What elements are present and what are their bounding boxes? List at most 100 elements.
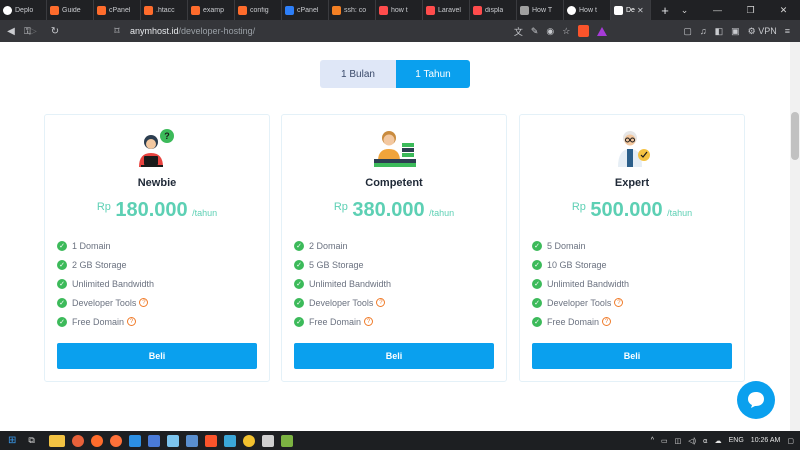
developer-at-desk-icon bbox=[374, 131, 416, 167]
firefox-icon[interactable] bbox=[109, 434, 122, 447]
cpanel-icon bbox=[97, 5, 106, 15]
system-tray: ^ ▭ ◫ ◁) ⍺ ☁ ENG 10:26 AM ▢ bbox=[651, 431, 794, 450]
tab-12[interactable]: How T bbox=[517, 0, 564, 20]
feature-item: ✓ Developer Tools? bbox=[57, 293, 154, 312]
check-icon: ✓ bbox=[57, 297, 67, 308]
star-icon[interactable]: ☆ bbox=[562, 26, 570, 37]
brave-browser-icon[interactable] bbox=[204, 434, 217, 447]
feature-label: 10 GB Storage bbox=[547, 259, 607, 270]
tab-7[interactable]: cPanel bbox=[282, 0, 329, 20]
chat-widget-button[interactable] bbox=[737, 381, 775, 419]
tab-2[interactable]: Guide bbox=[47, 0, 94, 20]
scrollbar-thumb[interactable] bbox=[791, 112, 799, 160]
app-icon[interactable] bbox=[280, 434, 293, 447]
check-icon: ✓ bbox=[294, 278, 304, 289]
tab-13[interactable]: How t bbox=[564, 0, 611, 20]
clock[interactable]: 10:26 AM bbox=[751, 437, 781, 444]
brave-rewards-icon[interactable] bbox=[597, 26, 608, 36]
app-icon[interactable] bbox=[185, 434, 198, 447]
site-info-icon[interactable]: ⚿ bbox=[24, 26, 31, 37]
reload-icon[interactable]: ↻ bbox=[44, 26, 66, 37]
network-icon[interactable]: ◫ bbox=[675, 437, 682, 445]
maximize-icon[interactable]: ❐ bbox=[734, 0, 767, 20]
app-icon[interactable] bbox=[166, 434, 179, 447]
app-icon[interactable] bbox=[71, 434, 84, 447]
help-icon[interactable]: ? bbox=[139, 298, 149, 307]
wallet-icon[interactable]: ▣ bbox=[731, 26, 740, 37]
svg-text:?: ? bbox=[164, 131, 170, 141]
window-controls: ⌄ — ❐ ✕ bbox=[668, 0, 800, 20]
chrome-icon[interactable] bbox=[242, 434, 255, 447]
feature-label: Developer Tools bbox=[72, 297, 137, 308]
feature-label: 5 Domain bbox=[547, 240, 586, 251]
tab-14-active[interactable]: De ✕ bbox=[611, 0, 651, 20]
cpanel-icon bbox=[191, 5, 200, 15]
buy-button-newbie[interactable]: Beli bbox=[57, 343, 257, 369]
tab-search-icon[interactable]: ⌄ bbox=[668, 0, 701, 20]
app-icon[interactable] bbox=[223, 434, 236, 447]
feature-item: ✓ 2 Domain bbox=[294, 236, 391, 255]
help-icon[interactable]: ? bbox=[614, 298, 624, 307]
option-monthly[interactable]: 1 Bulan bbox=[320, 60, 396, 88]
laravel-icon bbox=[426, 5, 435, 15]
expert-developer-icon bbox=[618, 131, 650, 167]
check-icon: ✓ bbox=[57, 240, 67, 251]
buy-button-expert[interactable]: Beli bbox=[532, 343, 732, 369]
help-icon[interactable]: ? bbox=[376, 298, 386, 307]
beginner-developer-icon: ? bbox=[139, 129, 174, 167]
app-icon[interactable] bbox=[261, 434, 274, 447]
app-icon[interactable] bbox=[90, 434, 103, 447]
price-currency: Rp bbox=[571, 201, 586, 213]
back-icon[interactable]: ◀ bbox=[0, 26, 22, 37]
tab-1[interactable]: Deplo bbox=[0, 0, 47, 20]
close-window-icon[interactable]: ✕ bbox=[767, 0, 800, 20]
page-scrollbar[interactable] bbox=[790, 42, 800, 431]
url-path: /developer-hosting/ bbox=[178, 26, 256, 36]
sidebar-icon[interactable]: ◧ bbox=[715, 26, 724, 37]
cloud-icon[interactable]: ☁ bbox=[715, 437, 722, 445]
plan-price: Rp 380.000 /tahun bbox=[282, 199, 506, 222]
tab-8[interactable]: ssh: co bbox=[329, 0, 376, 20]
minimize-icon[interactable]: — bbox=[701, 0, 734, 20]
help-icon[interactable]: ? bbox=[602, 317, 612, 326]
chevron-up-icon[interactable]: ^ bbox=[651, 437, 654, 444]
tab-4[interactable]: .htacc bbox=[141, 0, 188, 20]
tab-5[interactable]: examp bbox=[188, 0, 235, 20]
windows-start-icon[interactable]: ⊞ bbox=[8, 435, 16, 446]
file-explorer-icon[interactable] bbox=[48, 434, 65, 447]
music-icon[interactable]: ♫ bbox=[700, 26, 707, 36]
feature-label: Unlimited Bandwidth bbox=[309, 278, 392, 289]
volume-icon[interactable]: ◁) bbox=[688, 437, 696, 445]
check-icon: ✓ bbox=[294, 259, 304, 270]
menu-icon[interactable]: ≡ bbox=[785, 26, 790, 36]
rss-icon[interactable]: ◉ bbox=[546, 26, 554, 37]
ai-icon[interactable]: ⍺ bbox=[703, 437, 708, 445]
vscode-icon[interactable] bbox=[128, 434, 141, 447]
tab-10[interactable]: Laravel bbox=[423, 0, 470, 20]
help-icon[interactable]: ? bbox=[364, 317, 374, 326]
notification-icon[interactable]: ▢ bbox=[787, 437, 794, 445]
price-amount: 380.000 bbox=[352, 199, 425, 221]
tab-9[interactable]: how t bbox=[376, 0, 423, 20]
buy-button-competent[interactable]: Beli bbox=[294, 343, 494, 369]
edit-icon[interactable]: ✎ bbox=[531, 26, 539, 37]
billing-toggle: 1 Bulan 1 Tahun bbox=[320, 60, 470, 88]
cpanel-icon bbox=[238, 5, 247, 15]
tab-3[interactable]: cPanel bbox=[94, 0, 141, 20]
brave-shield-icon[interactable] bbox=[578, 25, 590, 37]
feature-label: Developer Tools bbox=[547, 297, 612, 308]
keyboard-language[interactable]: ENG bbox=[729, 437, 744, 444]
tab-11[interactable]: displa bbox=[470, 0, 517, 20]
close-tab-icon[interactable]: ✕ bbox=[637, 6, 644, 15]
tab-6[interactable]: config bbox=[235, 0, 282, 20]
extensions-icon[interactable]: ▢ bbox=[683, 26, 692, 37]
vpn-button[interactable]: ⚙ VPN bbox=[748, 26, 777, 37]
translate-icon[interactable]: 文 bbox=[514, 25, 523, 38]
option-yearly[interactable]: 1 Tahun bbox=[396, 60, 470, 88]
help-icon[interactable]: ? bbox=[127, 317, 137, 326]
bookmark-icon[interactable]: ⌑ bbox=[106, 26, 128, 37]
app-icon[interactable] bbox=[147, 434, 160, 447]
task-view-icon[interactable]: ⧉ bbox=[28, 435, 34, 446]
feature-item: ✓ Free Domain? bbox=[294, 312, 391, 331]
screen-icon[interactable]: ▭ bbox=[661, 437, 668, 445]
